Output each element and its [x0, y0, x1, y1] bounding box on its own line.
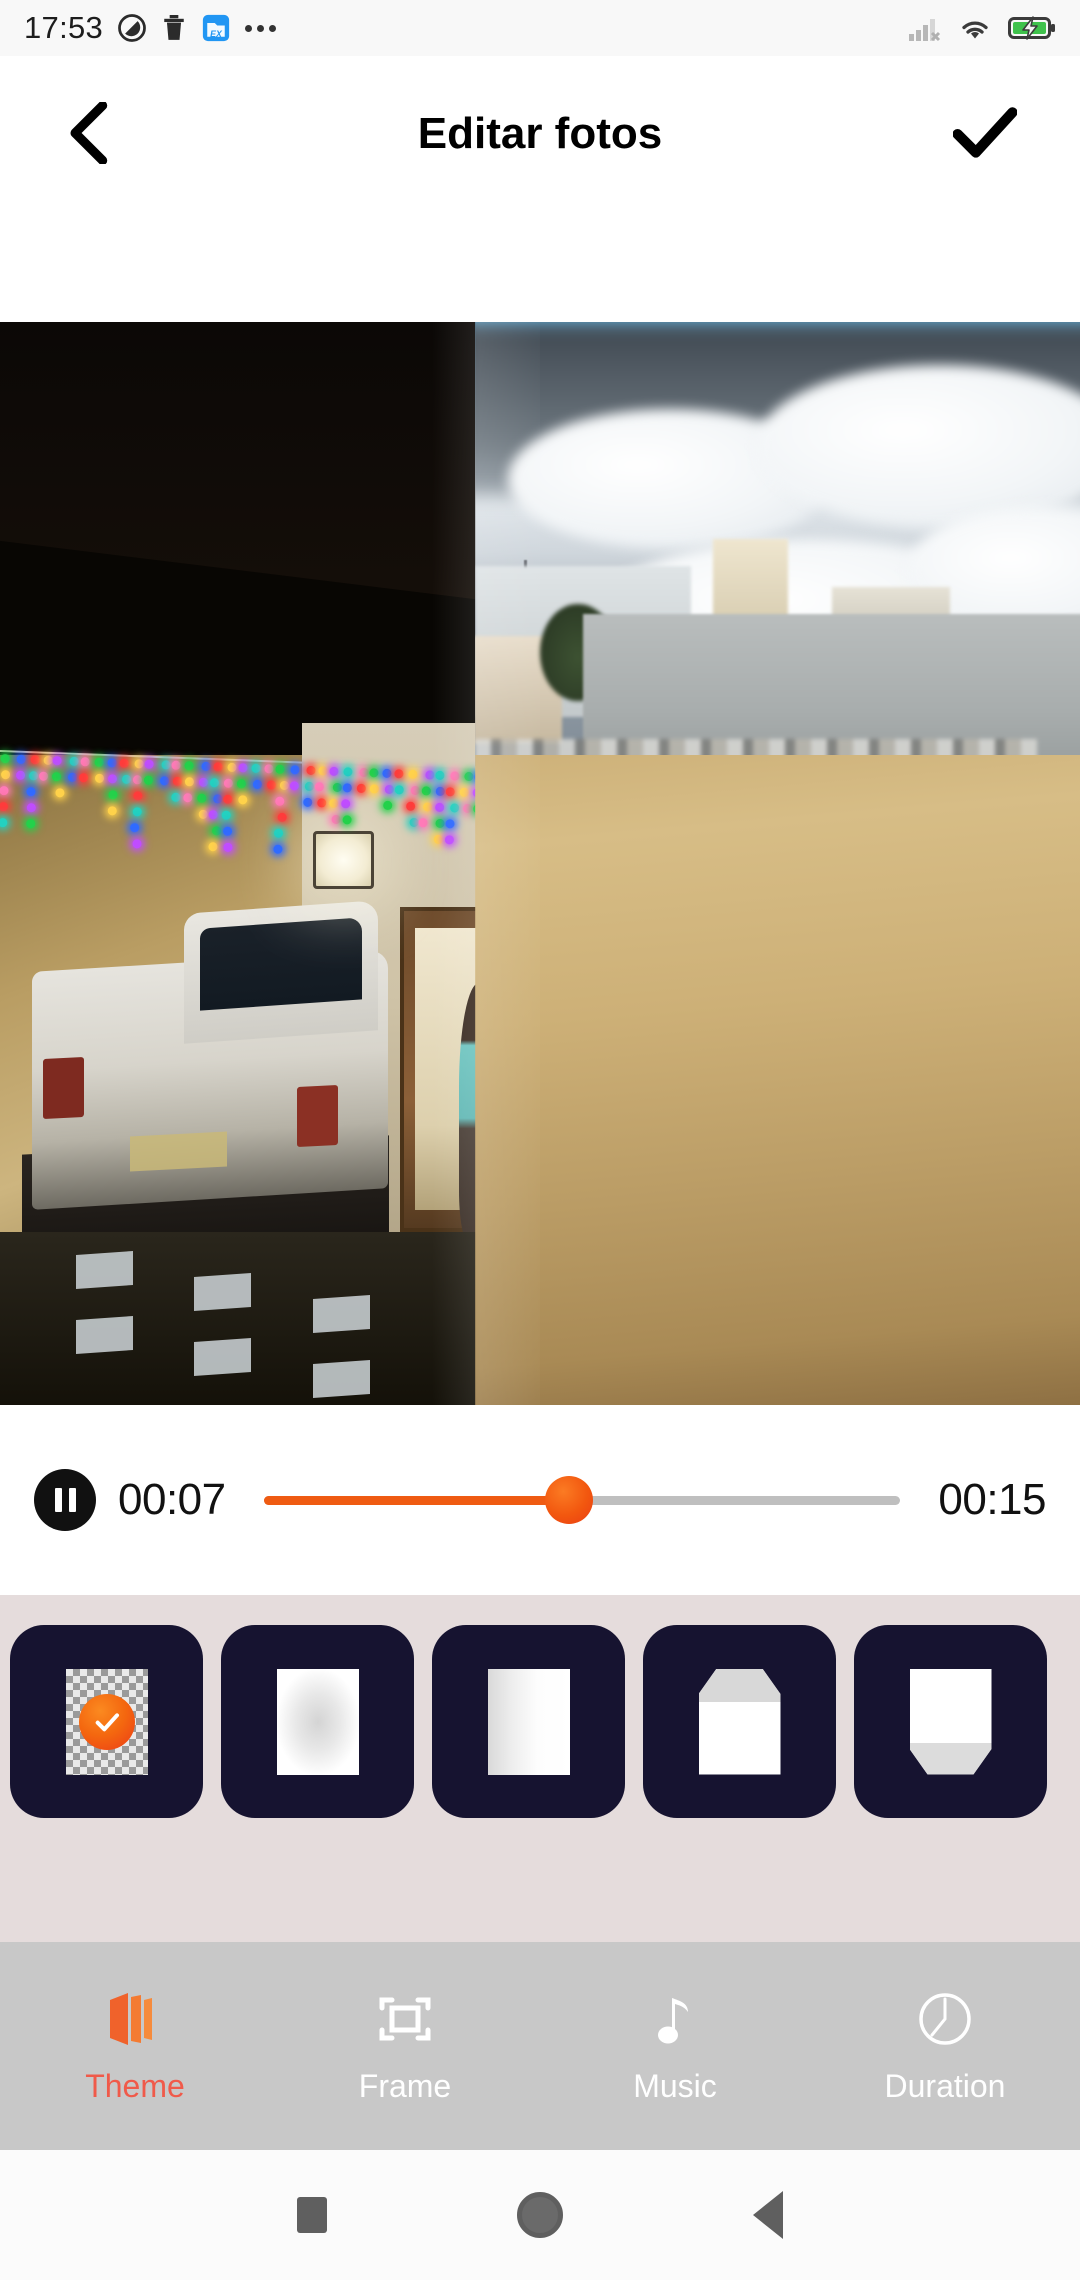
do-not-disturb-icon: [117, 13, 147, 43]
bottom-toolbar: Theme Frame Music Duration: [0, 1942, 1080, 2150]
toolbar-item-frame[interactable]: Frame: [270, 1988, 540, 2105]
page-title: Editar fotos: [0, 109, 1080, 159]
pause-button[interactable]: [34, 1469, 96, 1531]
selected-check-badge: [79, 1694, 135, 1750]
toolbar-item-theme[interactable]: Theme: [0, 1988, 270, 2105]
status-bar-left: 17:53 EX: [24, 10, 276, 46]
pause-bar-left: [55, 1488, 62, 1512]
back-button[interactable]: [30, 74, 150, 194]
chevron-left-icon: [67, 102, 113, 167]
theme-thumbnail-5[interactable]: [854, 1625, 1047, 1818]
trash-icon: [161, 13, 187, 43]
toolbar-item-music[interactable]: Music: [540, 1988, 810, 2105]
clock-icon: [914, 1988, 976, 2050]
signal-no-sim-icon: [908, 14, 942, 42]
theme-thumbnail-3[interactable]: [432, 1625, 625, 1818]
status-bar-right: [908, 14, 1056, 42]
check-icon: [953, 106, 1017, 163]
theme-none: [66, 1669, 148, 1775]
app-header: Editar fotos: [0, 56, 1080, 212]
status-bar-clock: 17:53: [24, 10, 103, 46]
theme-list[interactable]: [10, 1625, 1047, 1818]
linear-gradient-preview: [488, 1669, 570, 1775]
recents-square-icon[interactable]: [297, 2197, 327, 2233]
ex-file-manager-icon: EX: [201, 13, 231, 43]
total-time-label: 00:15: [938, 1475, 1046, 1525]
theme-thumbnail-2[interactable]: [221, 1625, 414, 1818]
wifi-icon: [958, 14, 992, 42]
music-note-icon: [644, 1988, 706, 2050]
theme-strip[interactable]: [0, 1595, 1080, 1942]
theme-thumbnail-4[interactable]: [643, 1625, 836, 1818]
home-circle-icon[interactable]: [517, 2192, 563, 2238]
theme-thumbnail-1[interactable]: [10, 1625, 203, 1818]
seek-fill: [264, 1496, 570, 1505]
confirm-button[interactable]: [930, 79, 1040, 189]
frame-crop-icon: [374, 1988, 436, 2050]
pentagon-mask-preview: [699, 1669, 781, 1775]
status-bar: 17:53 EX: [0, 0, 1080, 56]
theme-linear: [488, 1669, 570, 1775]
theme-pentagon: [699, 1669, 781, 1775]
toolbar-label-music: Music: [633, 2068, 717, 2105]
app-screen: 17:53 EX Editar fotos 00:07 00:15 Theme …: [0, 0, 1080, 2280]
seek-slider[interactable]: [264, 1476, 901, 1524]
theme-layers-icon: [104, 1988, 166, 2050]
more-notifications-icon: [245, 25, 276, 32]
toolbar-label-duration: Duration: [885, 2068, 1006, 2105]
toolbar-item-duration[interactable]: Duration: [810, 1988, 1080, 2105]
current-time-label: 00:07: [118, 1475, 226, 1525]
android-nav-bar: [0, 2150, 1080, 2280]
theme-trapezoid: [910, 1669, 992, 1775]
svg-text:EX: EX: [210, 29, 223, 39]
theme-vignette: [277, 1669, 359, 1775]
photo-preview[interactable]: [0, 322, 1080, 1405]
back-triangle-icon[interactable]: [753, 2191, 783, 2239]
battery-charging-icon: [1008, 14, 1056, 42]
seek-thumb[interactable]: [545, 1476, 593, 1524]
toolbar-label-theme: Theme: [85, 2068, 185, 2105]
trapezoid-mask-preview: [910, 1669, 992, 1775]
playback-bar: 00:07 00:15: [0, 1405, 1080, 1595]
vignette-preview: [277, 1669, 359, 1775]
toolbar-label-frame: Frame: [359, 2068, 451, 2105]
pause-bar-right: [69, 1488, 76, 1512]
